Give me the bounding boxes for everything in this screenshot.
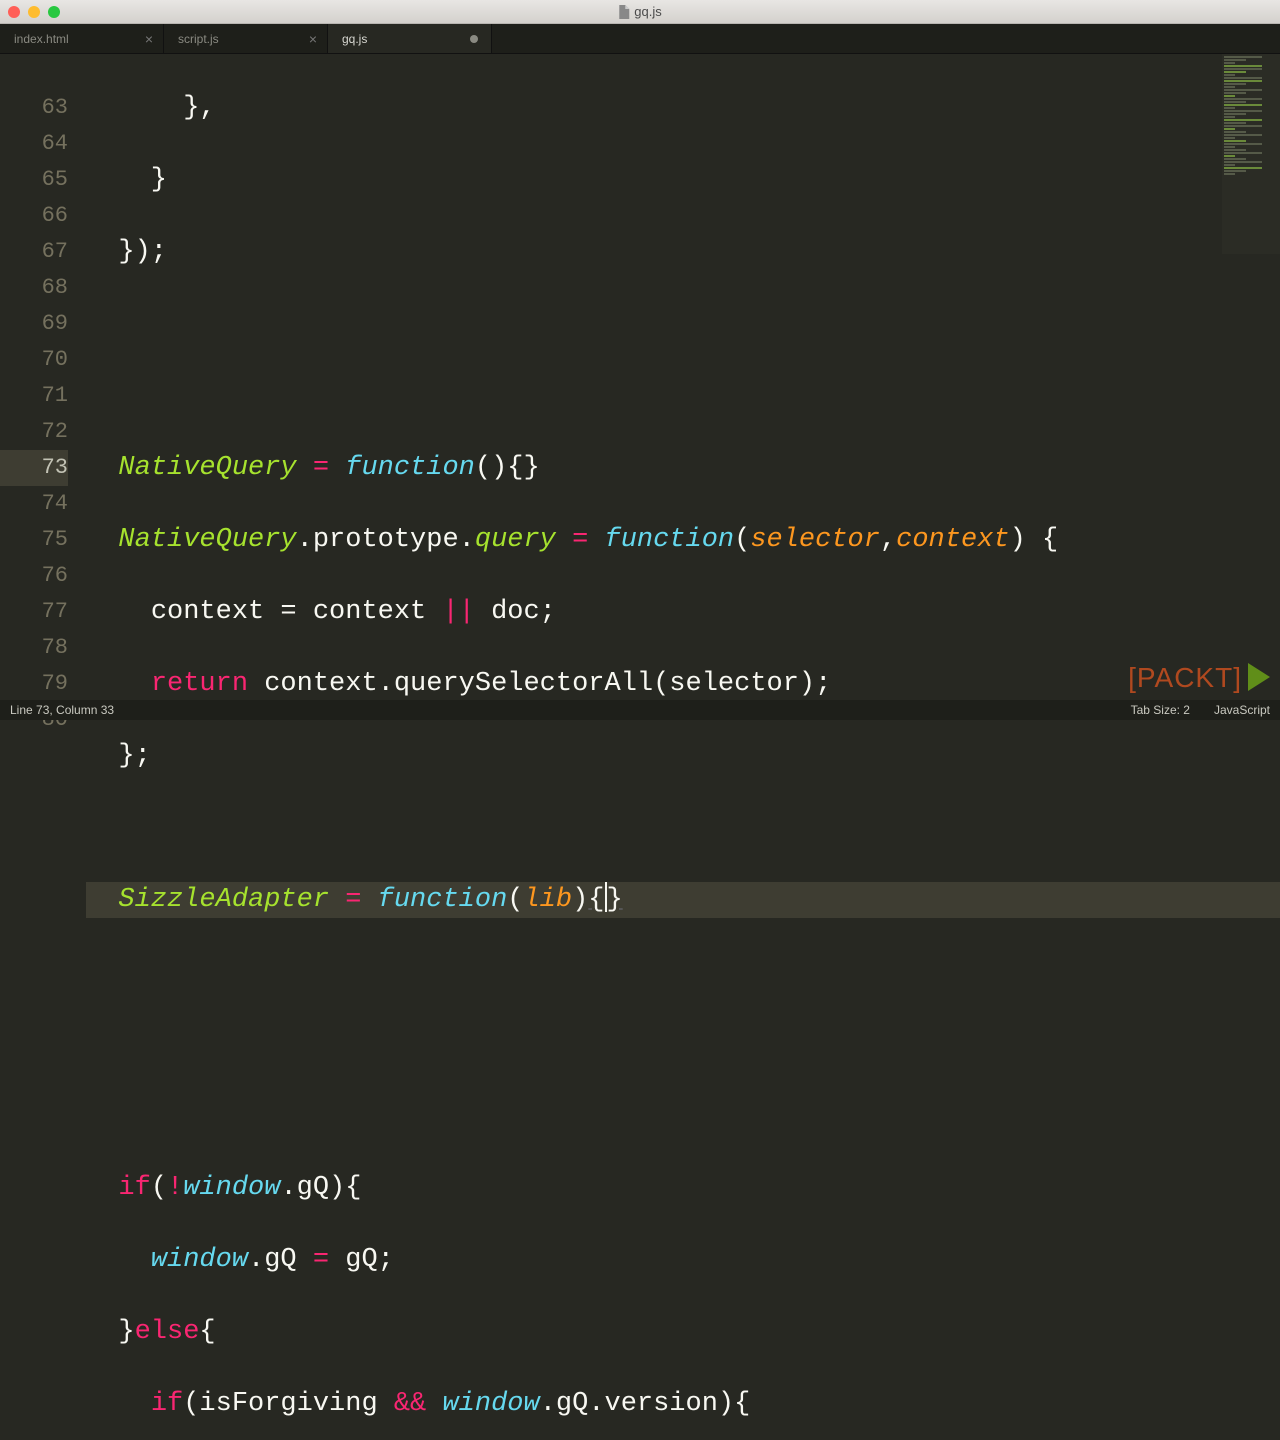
token-builtin: window bbox=[442, 1389, 539, 1419]
zoom-window-button[interactable] bbox=[48, 6, 60, 18]
token-op: = bbox=[313, 1245, 329, 1275]
window-title: gq.js bbox=[618, 4, 661, 19]
token-builtin: window bbox=[183, 1173, 280, 1203]
line-number: 64 bbox=[0, 126, 68, 162]
close-icon[interactable]: × bbox=[145, 32, 153, 46]
token-param: selector bbox=[750, 525, 880, 555]
line-number: 75 bbox=[0, 522, 68, 558]
code-line bbox=[86, 1098, 1280, 1134]
window-titlebar: gq.js bbox=[0, 0, 1280, 24]
code-line: if(isForgiving && window.gQ.version){ bbox=[86, 1386, 1280, 1422]
token-keyword: return bbox=[151, 669, 248, 699]
token-builtin: window bbox=[151, 1245, 248, 1275]
code-line bbox=[86, 1026, 1280, 1062]
window-title-text: gq.js bbox=[634, 4, 661, 19]
token-text: .gQ.version){ bbox=[540, 1389, 751, 1419]
token-text: { bbox=[199, 1317, 215, 1347]
line-number: 78 bbox=[0, 630, 68, 666]
token-op: || bbox=[442, 597, 474, 627]
dirty-indicator-icon bbox=[470, 35, 478, 43]
code-line: }, bbox=[86, 90, 1280, 126]
token-keyword: if bbox=[151, 1389, 183, 1419]
tab-bar: index.html × script.js × gq.js bbox=[0, 24, 1280, 54]
line-number: 77 bbox=[0, 594, 68, 630]
line-number: 70 bbox=[0, 342, 68, 378]
minimize-window-button[interactable] bbox=[28, 6, 40, 18]
token-text: doc; bbox=[475, 597, 556, 627]
line-number: 71 bbox=[0, 378, 68, 414]
token-param: lib bbox=[523, 885, 572, 915]
play-icon bbox=[1248, 663, 1270, 691]
brand-watermark: [PACKT] bbox=[1128, 662, 1270, 694]
code-line: }else{ bbox=[86, 1314, 1280, 1350]
code-line bbox=[86, 378, 1280, 414]
token-prop: prototype bbox=[313, 525, 459, 555]
tab-label: index.html bbox=[14, 32, 69, 46]
token-op: && bbox=[394, 1389, 426, 1419]
token-identifier: NativeQuery bbox=[118, 453, 296, 483]
token-prop: query bbox=[475, 525, 556, 555]
code-line: } bbox=[86, 162, 1280, 198]
code-line bbox=[86, 810, 1280, 846]
token-identifier: NativeQuery bbox=[118, 525, 296, 555]
token-op: ! bbox=[167, 1173, 183, 1203]
code-line: window.gQ = gQ; bbox=[86, 1242, 1280, 1278]
line-number: 65 bbox=[0, 162, 68, 198]
token-text: } bbox=[118, 1317, 134, 1347]
code-line: NativeQuery.prototype.query = function(s… bbox=[86, 522, 1280, 558]
code-line: NativeQuery = function(){} bbox=[86, 450, 1280, 486]
line-number: 67 bbox=[0, 234, 68, 270]
token-keyword: else bbox=[135, 1317, 200, 1347]
tab-script-js[interactable]: script.js × bbox=[164, 24, 328, 53]
line-number: 68 bbox=[0, 270, 68, 306]
line-number: 79 bbox=[0, 666, 68, 702]
line-number: 74 bbox=[0, 486, 68, 522]
tab-index-html[interactable]: index.html × bbox=[0, 24, 164, 53]
brand-text: [PACKT] bbox=[1128, 662, 1242, 693]
code-line: return context.querySelectorAll(selector… bbox=[86, 666, 1280, 702]
code-line: context = context || doc; bbox=[86, 594, 1280, 630]
line-number: 69 bbox=[0, 306, 68, 342]
line-number: 66 bbox=[0, 198, 68, 234]
line-number: 63 bbox=[0, 90, 68, 126]
line-number: 72 bbox=[0, 414, 68, 450]
token-text: (isForgiving bbox=[183, 1389, 394, 1419]
status-syntax[interactable]: JavaScript bbox=[1214, 703, 1270, 717]
token-identifier: SizzleAdapter bbox=[118, 885, 329, 915]
file-icon bbox=[618, 5, 630, 19]
code-line: if(!window.gQ){ bbox=[86, 1170, 1280, 1206]
status-bar: Line 73, Column 33 Tab Size: 2 JavaScrip… bbox=[0, 700, 1280, 720]
code-line bbox=[86, 954, 1280, 990]
token-keyword: function bbox=[345, 453, 475, 483]
status-tab-size[interactable]: Tab Size: 2 bbox=[1131, 703, 1190, 717]
token-keyword: if bbox=[118, 1173, 150, 1203]
code-line: }); bbox=[86, 234, 1280, 270]
code-area[interactable]: }, } }); NativeQuery = function(){} Nati… bbox=[86, 54, 1280, 700]
tab-gq-js[interactable]: gq.js bbox=[328, 24, 492, 53]
line-number bbox=[0, 54, 68, 90]
traffic-lights bbox=[0, 6, 60, 18]
line-number: 76 bbox=[0, 558, 68, 594]
line-number: 73 bbox=[0, 450, 68, 486]
token-text: .gQ){ bbox=[280, 1173, 361, 1203]
token-text: gQ; bbox=[329, 1245, 394, 1275]
tab-label: gq.js bbox=[342, 32, 367, 46]
token-text: context = context bbox=[151, 597, 443, 627]
code-line-current: SizzleAdapter = function(lib){} bbox=[86, 882, 1280, 918]
token-text: .gQ bbox=[248, 1245, 313, 1275]
status-cursor-position[interactable]: Line 73, Column 33 bbox=[10, 703, 114, 717]
tab-label: script.js bbox=[178, 32, 219, 46]
code-line bbox=[86, 306, 1280, 342]
token-keyword: function bbox=[605, 525, 735, 555]
code-line: }; bbox=[86, 738, 1280, 774]
token-keyword: function bbox=[378, 885, 508, 915]
editor[interactable]: 63 64 65 66 67 68 69 70 71 72 73 74 75 7… bbox=[0, 54, 1280, 700]
minimap[interactable] bbox=[1222, 54, 1280, 254]
line-gutter: 63 64 65 66 67 68 69 70 71 72 73 74 75 7… bbox=[0, 54, 86, 700]
token-text: context.querySelectorAll(selector); bbox=[248, 669, 831, 699]
close-window-button[interactable] bbox=[8, 6, 20, 18]
token-param: context bbox=[896, 525, 1009, 555]
close-icon[interactable]: × bbox=[309, 32, 317, 46]
